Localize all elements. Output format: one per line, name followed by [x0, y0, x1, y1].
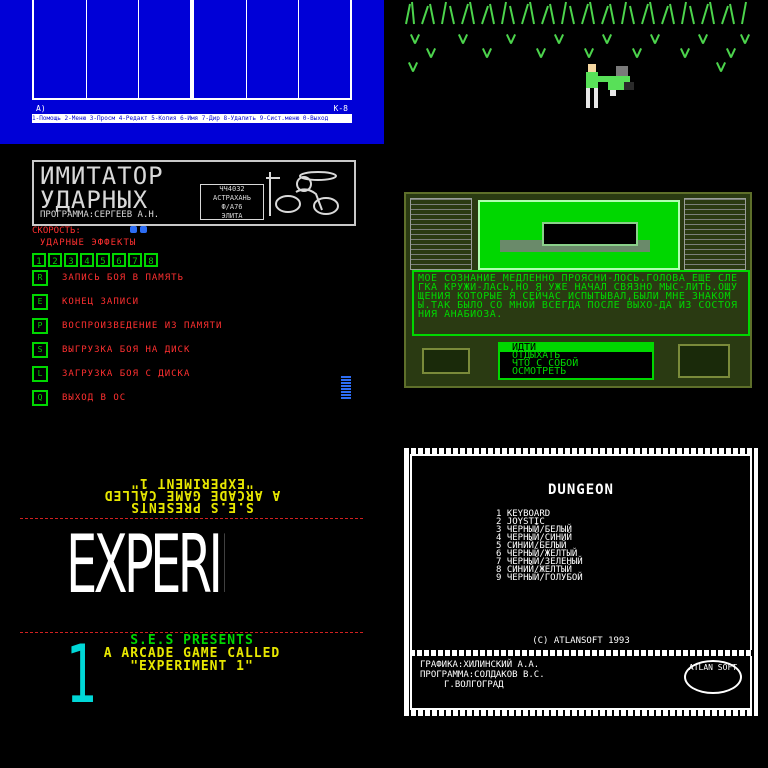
right-panel-decoration [684, 198, 746, 270]
left-panel[interactable] [32, 0, 192, 100]
address-line: ЭЛИТА [221, 212, 243, 220]
commander-background: A) K-8 1-Помощь 2-Меню 3-Просм 4-Редакт … [0, 0, 384, 144]
experiment-title-screen: S.E.S PRESENTS A ARCADE GAME CALLED "EXP… [0, 420, 384, 768]
grass-tuft-icon [456, 34, 470, 44]
author-credit: ПРОГРАММА:СЕРГЕЕВ А.Н. [40, 210, 160, 220]
capsule-window [542, 222, 638, 246]
effect-key-1[interactable]: 1 [32, 253, 46, 267]
scene-viewport [478, 200, 680, 270]
grass-tuft-icon [724, 48, 738, 58]
credit-line: Г.ВОЛГОГРАД [444, 680, 504, 690]
menu-key: E [32, 294, 48, 310]
grass-tuft-icon [424, 48, 438, 58]
adventure-frame: МОЕ СОЗНАНИЕ МЕДЛЕННО ПРОЯСНИ-ЛОСЬ.ГОЛОВ… [404, 192, 752, 388]
current-drive-label: A) [36, 104, 46, 113]
tall-grass-strip [405, 1, 747, 25]
free-space-label: K-8 [333, 104, 348, 113]
menu-label: ВЫХОД В ОС [62, 393, 127, 403]
grass-tuft-icon [738, 34, 752, 44]
grass-tuft-icon [630, 48, 644, 58]
right-panel[interactable] [192, 0, 352, 100]
grass-field [384, 0, 768, 144]
grass-tuft-icon [582, 48, 596, 58]
panel-column-divider [298, 0, 299, 98]
dungeon-logo: DUNGEON [547, 482, 614, 498]
action-menu: ИДТИ ОТДЫХАТЬ ЧТО С СОБОЙ ОСМОТРЕТЬ [498, 342, 654, 380]
panel-column-divider [246, 0, 247, 98]
grass-tuft-icon [480, 48, 494, 58]
dungeon-frame: DUNGEON 1 KEYBOARD 2 JOYSTIC 3 ЧЕРНЫЙ/БЕ… [404, 448, 758, 716]
effect-key-8[interactable]: 8 [144, 253, 158, 267]
game-logo: EXPERIMENT 1 [66, 510, 350, 730]
grass-tuft-icon [648, 34, 662, 44]
atlansoft-logo: ATLAN SOFT [684, 660, 742, 694]
address-line: Ф/А76 [221, 203, 243, 211]
effect-key-3[interactable]: 3 [64, 253, 78, 267]
speed-indicator[interactable] [130, 226, 137, 233]
credit-line: ПРОГРАММА:СОЛДАКОВ В.С. [420, 670, 545, 680]
effects-keys: 12345678 [32, 249, 160, 268]
grass-tuft-icon [504, 34, 518, 44]
credit-line: ГРАФИКА:ХИЛИНСКИЙ А.А. [420, 660, 540, 670]
effect-key-5[interactable]: 5 [96, 253, 110, 267]
panel-column-divider [138, 0, 139, 98]
option-color[interactable]: 9 ЧЕРНЫЙ/ГОЛУБОЙ [496, 574, 583, 583]
speed-label: СКОРОСТЬ: [32, 226, 81, 236]
fighting-characters-sprite [586, 64, 634, 108]
status-gauge-icon [422, 348, 470, 374]
credits-line: "EXPERIMENT 1" [130, 659, 254, 674]
grass-tuft-icon [408, 34, 422, 44]
address-line: ЧЧ4032 [219, 185, 245, 193]
menu-key: L [32, 366, 48, 382]
menu-key: P [32, 318, 48, 334]
function-key-bar[interactable]: 1-Помощь 2-Меню 3-Просм 4-Редакт 5-Копия… [32, 114, 352, 123]
menu-label: ВЫГРУЗКА БОЯ НА ДИСК [62, 345, 191, 355]
fight-game-screen [384, 0, 768, 144]
adventure-game-screen: МОЕ СОЗНАНИЕ МЕДЛЕННО ПРОЯСНИ-ЛОСЬ.ГОЛОВ… [384, 144, 768, 420]
story-text: МОЕ СОЗНАНИЕ МЕДЛЕННО ПРОЯСНИ-ЛОСЬ.ГОЛОВ… [412, 270, 750, 336]
copyright-text: (C) ATLANSOFT 1993 [532, 636, 630, 646]
menu-label: КОНЕЦ ЗАПИСИ [62, 297, 140, 307]
drummer-illustration [266, 171, 339, 216]
grass-tuft-icon [552, 34, 566, 44]
title-banner: ИМИТАТОР УДАРНЫХ ПРОГРАММА:СЕРГЕЕВ А.Н. … [32, 160, 356, 226]
commander-screen: A) K-8 1-Помощь 2-Меню 3-Просм 4-Редакт … [0, 0, 384, 144]
menu-label: ВОСПРОИЗВЕДЕНИЕ ИЗ ПАМЯТИ [62, 321, 223, 331]
left-panel-decoration [410, 198, 472, 270]
grass-tuft-icon [406, 62, 420, 72]
drum-machine-screen: ИМИТАТОР УДАРНЫХ ПРОГРАММА:СЕРГЕЕВ А.Н. … [0, 144, 384, 420]
speed-indicator[interactable] [140, 226, 147, 233]
action-look[interactable]: ОСМОТРЕТЬ [500, 367, 652, 377]
dungeon-menu-screen: DUNGEON 1 KEYBOARD 2 JOYSTIC 3 ЧЕРНЫЙ/БЕ… [384, 420, 768, 768]
frame-divider [410, 650, 752, 656]
mirrored-credits: S.E.S PRESENTS A ARCADE GAME CALLED "EXP… [0, 475, 384, 514]
menu-label: ЗАГРУЗКА БОЯ С ДИСКА [62, 369, 191, 379]
grass-tuft-icon [678, 48, 692, 58]
effects-label: УДАРНЫЕ ЭФФЕКТЫ [40, 238, 137, 248]
effect-key-6[interactable]: 6 [112, 253, 126, 267]
menu-key: Q [32, 390, 48, 406]
menu-label: ЗАПИСЬ БОЯ В ПАМЯТЬ [62, 273, 184, 283]
mirrored-line: "EXPERIMENT 1" [130, 475, 254, 490]
menu-key: R [32, 270, 48, 286]
menu-key: S [32, 342, 48, 358]
map-widget-icon [678, 344, 730, 378]
effect-key-4[interactable]: 4 [80, 253, 94, 267]
grass-tuft-icon [600, 34, 614, 44]
effect-key-7[interactable]: 7 [128, 253, 142, 267]
title-line-1: ИМИТАТОР [40, 162, 164, 190]
grass-tuft-icon [534, 48, 548, 58]
credits: ГРАФИКА:ХИЛИНСКИЙ А.А. ПРОГРАММА:СОЛДАКО… [420, 660, 545, 690]
tempo-bar[interactable] [341, 376, 351, 400]
options-list: 1 KEYBOARD 2 JOYSTIC 3 ЧЕРНЫЙ/БЕЛЫЙ 4 ЧЕ… [496, 510, 583, 583]
address-line: АСТРАХАНЬ [213, 194, 251, 202]
panel-column-divider [86, 0, 87, 98]
title-line-2: УДАРНЫХ [40, 186, 149, 214]
effect-key-2[interactable]: 2 [48, 253, 62, 267]
credits-block: S.E.S PRESENTS A ARCADE GAME CALLED "EXP… [0, 634, 384, 673]
grass-tuft-icon [696, 34, 710, 44]
address-box: ЧЧ4032 АСТРАХАНЬ Ф/А76 ЭЛИТА [200, 184, 264, 220]
grass-tuft-icon [714, 62, 728, 72]
